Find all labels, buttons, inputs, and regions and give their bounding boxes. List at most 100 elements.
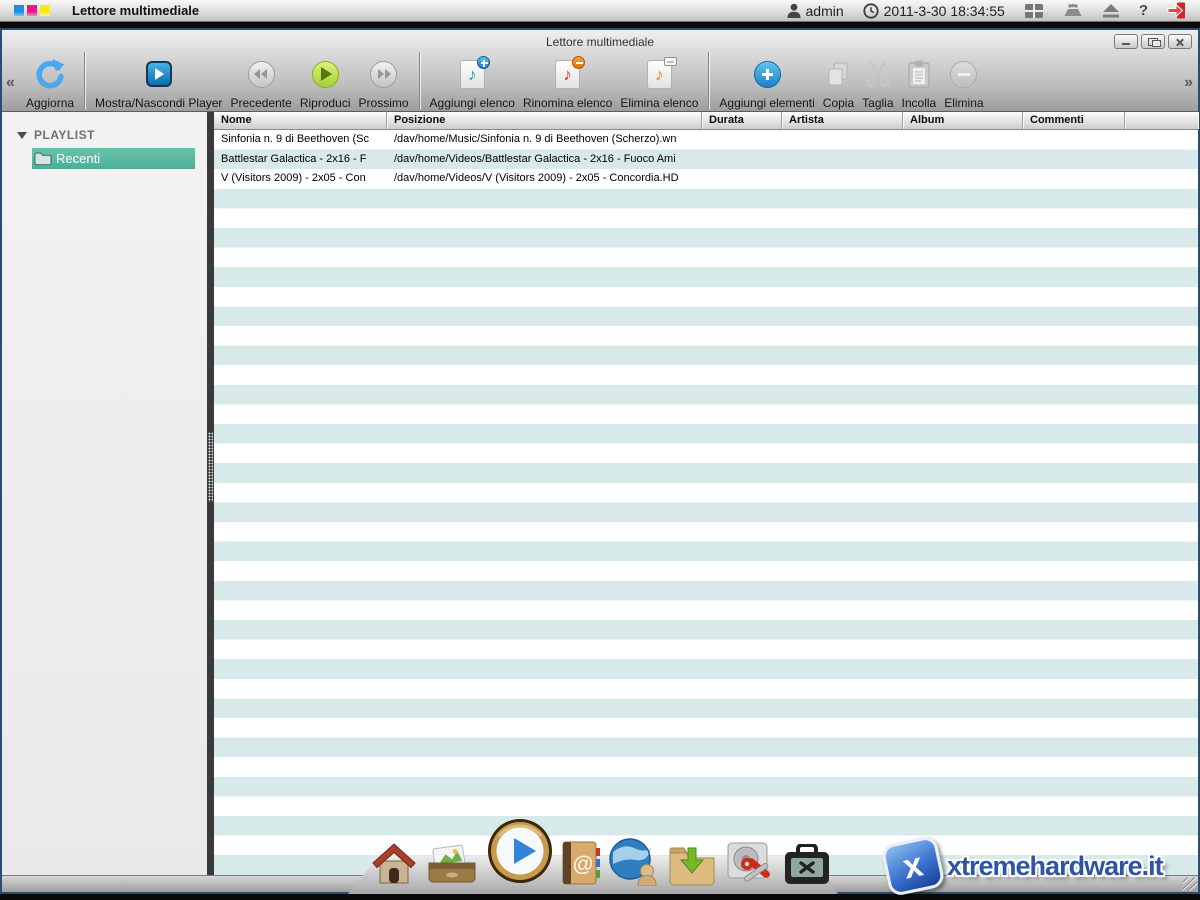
dock-download-icon[interactable] <box>667 844 717 886</box>
dock-address-book-icon[interactable]: @ <box>561 840 601 886</box>
xtremehardware-badge: x <box>880 835 946 898</box>
cell-nome: V (Visitors 2009) - 2x05 - Con <box>214 169 387 189</box>
svg-text:@: @ <box>573 853 593 876</box>
xtremehardware-text: xtremehardware.it <box>947 851 1163 882</box>
column-header-empty <box>1125 112 1198 129</box>
column-header-artista[interactable]: Artista <box>782 112 903 129</box>
cell-posizione: /dav/home/Videos/V (Visitors 2009) - 2x0… <box>387 169 702 189</box>
screen: Lettore multimediale admin 2011-3-30 18:… <box>0 0 1200 900</box>
user-name: admin <box>806 3 844 19</box>
cell-artista <box>782 169 903 189</box>
playlist-rename-icon: ♪ <box>555 54 580 94</box>
refresh-icon <box>34 54 66 94</box>
show-desktop-icon[interactable] <box>1024 3 1044 19</box>
logo-square-blue <box>14 5 24 16</box>
cut-button[interactable]: Taglia <box>858 46 897 110</box>
play-icon <box>312 54 339 94</box>
toolbar-scroll-right[interactable]: » <box>1184 74 1193 92</box>
dock-system-tools-icon[interactable] <box>783 844 831 886</box>
cell-commenti <box>1023 169 1125 189</box>
column-header-durata[interactable]: Durata <box>702 112 782 129</box>
table-row[interactable]: V (Visitors 2009) - 2x05 - Con /dav/home… <box>214 169 1198 189</box>
cell-artista <box>782 130 903 150</box>
table-row[interactable]: Sinfonia n. 9 di Beethoven (Sc /dav/home… <box>214 130 1198 150</box>
dock-photos-icon[interactable] <box>425 844 479 886</box>
delete-icon <box>950 54 977 94</box>
column-header-album[interactable]: Album <box>903 112 1023 129</box>
column-header-posizione[interactable]: Posizione <box>387 112 702 129</box>
folder-icon <box>34 151 52 166</box>
cell-artista <box>782 150 903 170</box>
toggle-player-button[interactable]: Mostra/Nascondi Player <box>91 46 226 110</box>
user-icon <box>787 3 801 18</box>
player-toggle-icon <box>146 54 172 94</box>
xtremehardware-watermark: x xtremehardware.it <box>885 836 1190 896</box>
nas-logo <box>14 5 50 16</box>
logo-square-yellow <box>40 5 50 16</box>
delete-items-button[interactable]: Elimina <box>940 46 987 110</box>
table-body: Sinfonia n. 9 di Beethoven (Sc /dav/home… <box>214 130 1198 875</box>
toolbar-separator <box>84 52 85 110</box>
system-clock: 2011-3-30 18:34:55 <box>863 3 1005 19</box>
logo-square-magenta <box>27 5 37 16</box>
topbar-app-title: Lettore multimediale <box>72 3 199 18</box>
dock-home-icon[interactable] <box>371 842 417 886</box>
refresh-button[interactable]: Aggiorna <box>22 46 78 110</box>
dock-disk-tools-icon[interactable] <box>725 840 775 886</box>
playlist-sidebar: PLAYLIST Recenti <box>2 112 207 875</box>
collapse-arrow-icon <box>17 132 27 139</box>
playlist-delete-icon: ♪ <box>647 54 672 94</box>
sidebar-item-label: Recenti <box>56 151 100 166</box>
previous-icon <box>248 54 275 94</box>
pane-splitter[interactable] <box>207 112 214 875</box>
cell-album <box>903 130 1023 150</box>
toolbar-scroll-left[interactable]: « <box>6 74 15 92</box>
dock-web-users-icon[interactable] <box>609 838 659 886</box>
delete-playlist-button[interactable]: ♪ Elimina elenco <box>616 46 702 110</box>
toolbar-separator <box>419 52 420 110</box>
cell-nome: Battlestar Galactica - 2x16 - F <box>214 150 387 170</box>
playlist-section-label: PLAYLIST <box>34 128 95 142</box>
app-window: Lettore multimediale « » Aggiorna <box>0 28 1200 894</box>
cut-icon <box>866 54 890 94</box>
splitter-grip-icon <box>208 432 213 502</box>
cell-album <box>903 169 1023 189</box>
next-button[interactable]: Prossimo <box>355 46 413 110</box>
cell-posizione: /dav/home/Music/Sinfonia n. 9 di Beethov… <box>387 130 702 150</box>
eject-icon[interactable] <box>1102 4 1120 18</box>
cell-durata <box>702 150 782 170</box>
previous-button[interactable]: Precedente <box>226 46 295 110</box>
logout-icon[interactable] <box>1167 2 1186 19</box>
cell-posizione: /dav/home/Videos/Battlestar Galactica - … <box>387 150 702 170</box>
restore-button[interactable] <box>1141 34 1165 49</box>
close-button[interactable] <box>1168 34 1192 49</box>
dock-media-player-icon[interactable] <box>487 818 553 884</box>
add-playlist-button[interactable]: ♪ Aggiungi elenco <box>426 46 519 110</box>
user-menu[interactable]: admin <box>787 3 844 19</box>
table-header: Nome Posizione Durata Artista Album Comm… <box>214 112 1198 130</box>
rename-playlist-button[interactable]: ♪ Rinomina elenco <box>519 46 616 110</box>
window-toolbar: Lettore multimediale « » Aggiorna <box>2 30 1198 112</box>
background-tasks-icon[interactable] <box>1063 3 1083 18</box>
column-header-nome[interactable]: Nome <box>214 112 387 129</box>
column-header-commenti[interactable]: Commenti <box>1023 112 1125 129</box>
copy-icon <box>825 54 851 94</box>
cell-nome: Sinfonia n. 9 di Beethoven (Sc <box>214 130 387 150</box>
system-topbar: Lettore multimediale admin 2011-3-30 18:… <box>0 0 1200 22</box>
paste-icon <box>906 54 932 94</box>
media-table: Nome Posizione Durata Artista Album Comm… <box>214 112 1198 875</box>
sidebar-item-recenti[interactable]: Recenti <box>32 148 195 169</box>
add-items-icon <box>754 54 781 94</box>
cell-commenti <box>1023 150 1125 170</box>
play-button[interactable]: Riproduci <box>296 46 355 110</box>
copy-button[interactable]: Copia <box>819 46 858 110</box>
add-items-button[interactable]: Aggiungi elementi <box>715 46 818 110</box>
window-controls <box>1114 34 1192 49</box>
clock-icon <box>863 3 879 19</box>
table-row[interactable]: Battlestar Galactica - 2x16 - F /dav/hom… <box>214 150 1198 170</box>
datetime: 2011-3-30 18:34:55 <box>884 3 1005 19</box>
paste-button[interactable]: Incolla <box>898 46 941 110</box>
playlist-section-header[interactable]: PLAYLIST <box>17 128 207 142</box>
help-icon[interactable]: ? <box>1139 2 1148 19</box>
minimize-button[interactable] <box>1114 34 1138 49</box>
